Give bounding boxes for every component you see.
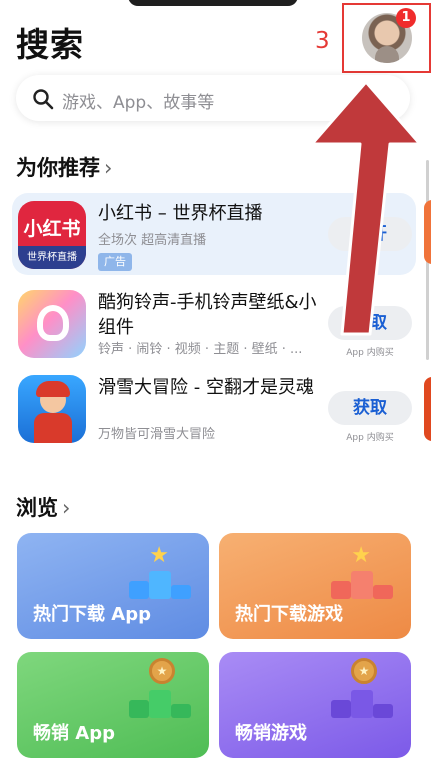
chevron-right-icon: › (104, 156, 113, 180)
arrow-annotation (310, 82, 422, 336)
next-card-peek[interactable] (424, 377, 431, 441)
tile-label: 畅销游戏 (235, 723, 307, 744)
recommend-section-header[interactable]: 为你推荐 › (16, 152, 112, 182)
list-item-ski-safari[interactable]: 滑雪大冒险 - 空翻才是灵魂 万物皆可滑雪大冒险 获取 App 内购买 (12, 367, 416, 449)
notification-badge: 1 (396, 8, 416, 28)
search-icon (33, 89, 54, 110)
recommend-section-title: 为你推荐 (16, 156, 100, 180)
app-name: 滑雪大冒险 - 空翻才是灵魂 (98, 377, 314, 398)
in-app-purchase-note: App 内购买 (346, 348, 394, 358)
top-grossing-games-tile[interactable]: ★ 畅销游戏 (219, 652, 411, 758)
ad-badge: 广告 (98, 253, 132, 271)
tile-label: 热门下载 App (33, 604, 151, 625)
step-number-annotation: 3 (315, 28, 330, 54)
page-title: 搜索 (16, 25, 84, 64)
xiaohongshu-icon: 小红书 世界杯直播 (18, 201, 86, 269)
browse-section-title: 浏览 (16, 496, 58, 520)
kugou-ringtone-icon (18, 290, 86, 358)
app-subtitle: 万物皆可滑雪大冒险 (98, 427, 216, 442)
top-free-apps-tile[interactable]: ★ 热门下载 App (17, 533, 209, 639)
podium-decoration (331, 688, 393, 718)
browse-section-header[interactable]: 浏览 › (16, 492, 70, 522)
app-subtitle: 铃声 · 闹铃 · 视频 · 主题 · 壁纸 · ... (98, 342, 303, 357)
in-app-purchase-note: App 内购买 (346, 433, 394, 443)
tile-label: 热门下载游戏 (235, 604, 343, 625)
star-podium-icon: ★ (351, 543, 371, 568)
podium-decoration (129, 688, 191, 718)
top-free-games-tile[interactable]: ★ 热门下载游戏 (219, 533, 411, 639)
star-podium-icon: ★ (149, 543, 169, 568)
podium-decoration (331, 569, 393, 599)
top-notch (128, 0, 298, 6)
tile-label: 畅销 App (33, 723, 115, 744)
podium-decoration (129, 569, 191, 599)
chevron-right-icon: › (62, 496, 71, 520)
get-button[interactable]: 获取 (328, 391, 412, 425)
search-placeholder: 游戏、App、故事等 (62, 93, 215, 113)
ski-safari-icon (18, 375, 86, 443)
app-icon-banner: 世界杯直播 (18, 246, 86, 269)
top-grossing-apps-tile[interactable]: ★ 畅销 App (17, 652, 209, 758)
medal-podium-icon: ★ (149, 658, 175, 684)
app-icon-text: 小红书 (23, 218, 81, 240)
medal-podium-icon: ★ (351, 658, 377, 684)
